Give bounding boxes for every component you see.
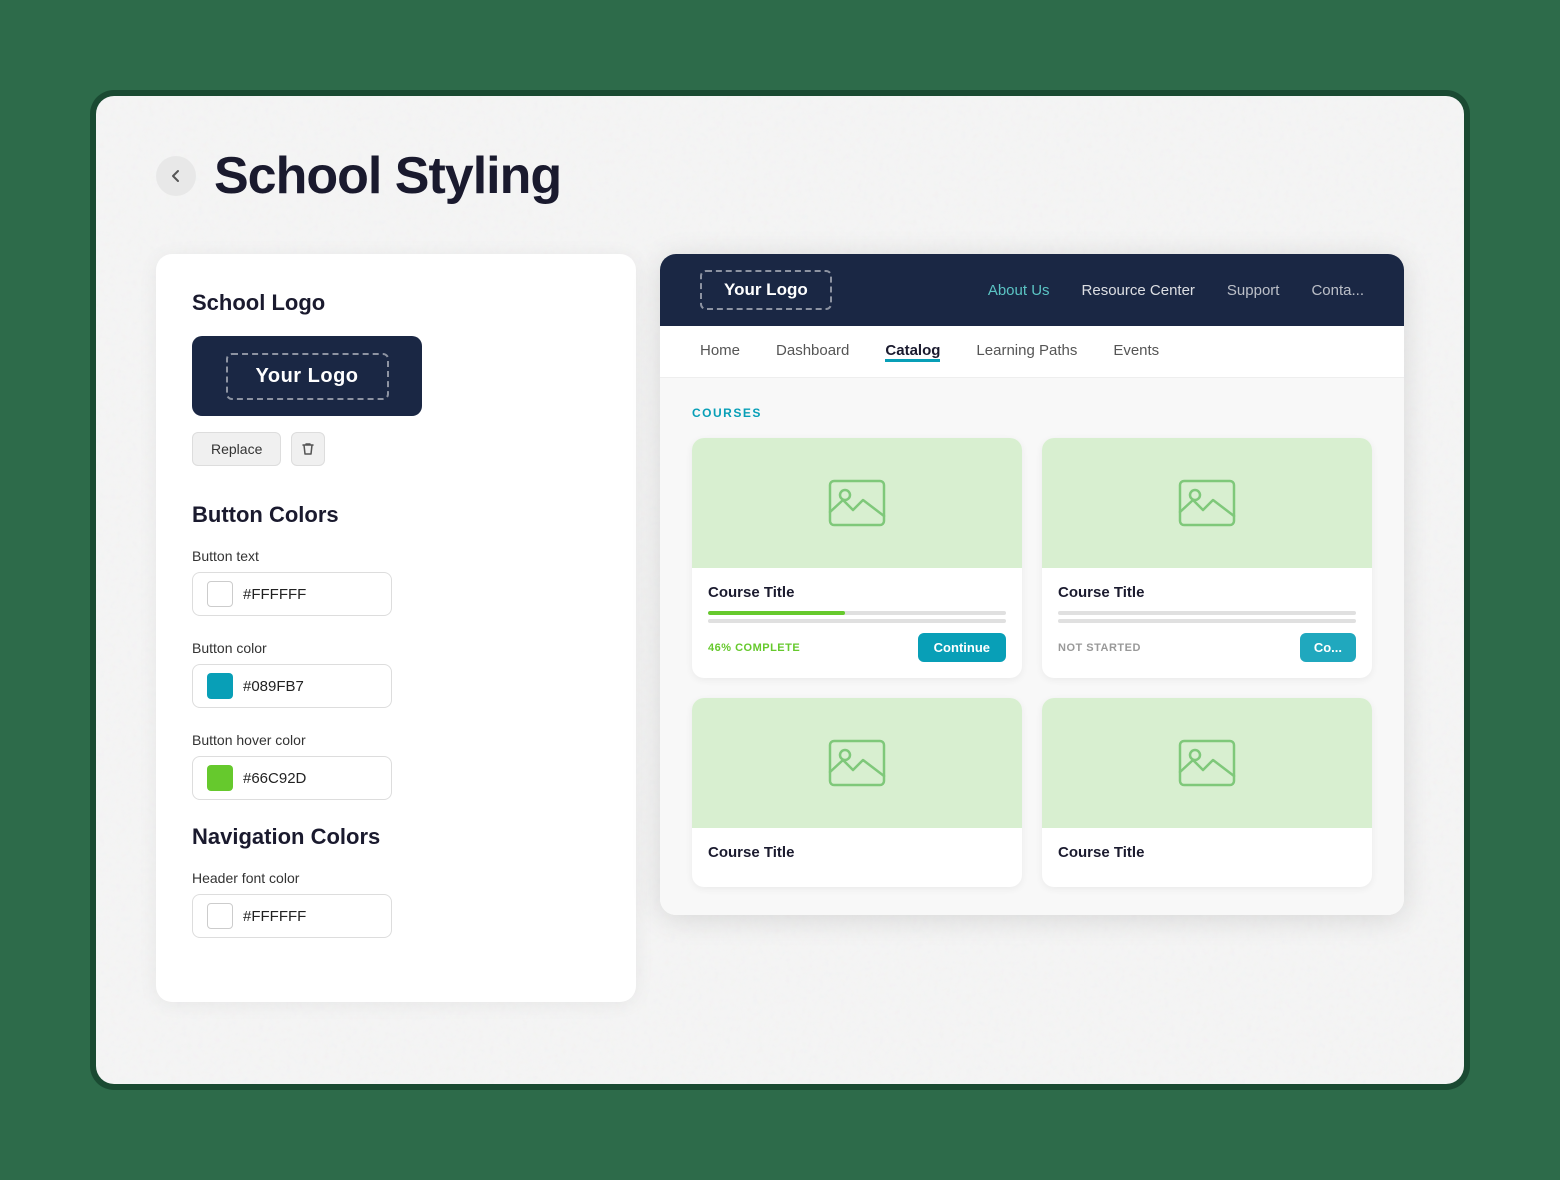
button-color-swatch <box>207 673 233 699</box>
header-font-value: #FFFFFF <box>243 908 306 925</box>
preview-subnav: Home Dashboard Catalog Learning Paths Ev… <box>660 326 1404 378</box>
logo-section-title: School Logo <box>192 290 600 316</box>
subnav-events[interactable]: Events <box>1113 342 1159 361</box>
not-started-label-2: NOT STARTED <box>1058 642 1141 654</box>
progress-label-1: 46% COMPLETE <box>708 642 800 654</box>
button-text-field: Button text #FFFFFF <box>192 548 600 616</box>
logo-text: Your Logo <box>256 365 359 387</box>
preview-body: COURSES <box>660 378 1404 915</box>
course-footer-1: 46% COMPLETE Continue <box>708 633 1006 662</box>
progress-bar-row-1a <box>708 611 1006 615</box>
back-button[interactable] <box>156 156 196 196</box>
page-title: School Styling <box>214 146 561 206</box>
navigation-colors-title: Navigation Colors <box>192 824 600 850</box>
button-hover-value: #66C92D <box>243 770 306 787</box>
subnav-dashboard[interactable]: Dashboard <box>776 342 849 361</box>
subnav-learning-paths[interactable]: Learning Paths <box>976 342 1077 361</box>
preview-panel: Your Logo About Us Resource Center Suppo… <box>660 254 1404 915</box>
continue-button-1[interactable]: Continue <box>918 633 1006 662</box>
navigation-colors-section: Navigation Colors Header font color #FFF… <box>192 824 600 938</box>
preview-nav-support[interactable]: Support <box>1227 282 1280 299</box>
course-thumb-3 <box>692 698 1022 828</box>
preview-nav-resource[interactable]: Resource Center <box>1082 282 1195 299</box>
course-title-2: Course Title <box>1058 584 1356 601</box>
progress-bars-1 <box>708 611 1006 623</box>
progress-bars-2 <box>1058 611 1356 623</box>
subnav-home[interactable]: Home <box>700 342 740 361</box>
button-color-value: #089FB7 <box>243 678 304 695</box>
course-card-2: Course Title <box>1042 438 1372 678</box>
progress-bar-row-2b <box>1058 619 1356 623</box>
header-font-input[interactable]: #FFFFFF <box>192 894 392 938</box>
preview-logo-area: Your Logo <box>700 270 832 310</box>
image-icon-1 <box>827 478 887 528</box>
progress-fill-1b <box>708 619 917 623</box>
course-card-3: Course Title <box>692 698 1022 887</box>
progress-fill-1a <box>708 611 845 615</box>
course-info-3: Course Title <box>692 828 1022 887</box>
inner-frame: School Styling School Logo Your Logo <box>96 96 1464 1084</box>
preview-nav-about[interactable]: About Us <box>988 282 1050 299</box>
preview-logo-text: Your Logo <box>724 280 808 299</box>
button-text-color-swatch <box>207 581 233 607</box>
image-icon-2 <box>1177 478 1237 528</box>
course-card-4: Course Title <box>1042 698 1372 887</box>
header-font-field: Header font color #FFFFFF <box>192 870 600 938</box>
progress-bar-row-2a <box>1058 611 1356 615</box>
logo-preview: Your Logo <box>192 336 422 416</box>
button-color-label: Button color <box>192 640 600 656</box>
course-title-1: Course Title <box>708 584 1006 601</box>
course-thumb-2 <box>1042 438 1372 568</box>
button-hover-label: Button hover color <box>192 732 600 748</box>
delete-logo-button[interactable] <box>291 432 325 466</box>
preview-nav: About Us Resource Center Support Conta..… <box>988 282 1364 299</box>
logo-dashed-box: Your Logo <box>226 353 389 400</box>
image-icon-3 <box>827 738 887 788</box>
button-colors-title: Button Colors <box>192 502 600 528</box>
button-hover-field: Button hover color #66C92D <box>192 732 600 800</box>
button-color-input[interactable]: #089FB7 <box>192 664 392 708</box>
content-area: School Styling School Logo Your Logo <box>96 96 1464 1062</box>
logo-section: School Logo Your Logo Replace <box>192 290 600 466</box>
outer-frame: School Styling School Logo Your Logo <box>90 90 1470 1090</box>
header-font-swatch <box>207 903 233 929</box>
course-title-3: Course Title <box>708 844 1006 861</box>
left-panel: School Logo Your Logo Replace <box>156 254 636 1002</box>
progress-bar-row-1b <box>708 619 1006 623</box>
course-info-4: Course Title <box>1042 828 1372 887</box>
logo-actions: Replace <box>192 432 600 466</box>
preview-header: Your Logo About Us Resource Center Suppo… <box>660 254 1404 326</box>
button-hover-swatch <box>207 765 233 791</box>
course-card-1: Course Title <box>692 438 1022 678</box>
preview-logo-dashed: Your Logo <box>700 270 832 310</box>
courses-label: COURSES <box>692 406 1372 420</box>
continue-button-2[interactable]: Co... <box>1300 633 1356 662</box>
course-thumb-1 <box>692 438 1022 568</box>
course-thumb-4 <box>1042 698 1372 828</box>
image-icon-4 <box>1177 738 1237 788</box>
button-text-label: Button text <box>192 548 600 564</box>
button-colors-section: Button Colors Button text #FFFFFF Button… <box>192 502 600 800</box>
course-footer-2: NOT STARTED Co... <box>1058 633 1356 662</box>
courses-grid: Course Title <box>692 438 1372 887</box>
course-title-4: Course Title <box>1058 844 1356 861</box>
page-header: School Styling <box>156 146 1404 206</box>
button-text-color-input[interactable]: #FFFFFF <box>192 572 392 616</box>
subnav-catalog[interactable]: Catalog <box>885 342 940 362</box>
course-info-1: Course Title <box>692 568 1022 678</box>
button-hover-input[interactable]: #66C92D <box>192 756 392 800</box>
course-info-2: Course Title <box>1042 568 1372 678</box>
replace-logo-button[interactable]: Replace <box>192 432 281 466</box>
button-color-field: Button color #089FB7 <box>192 640 600 708</box>
preview-nav-contact[interactable]: Conta... <box>1311 282 1364 299</box>
button-text-color-value: #FFFFFF <box>243 586 306 603</box>
header-font-label: Header font color <box>192 870 600 886</box>
main-layout: School Logo Your Logo Replace <box>156 254 1404 1002</box>
